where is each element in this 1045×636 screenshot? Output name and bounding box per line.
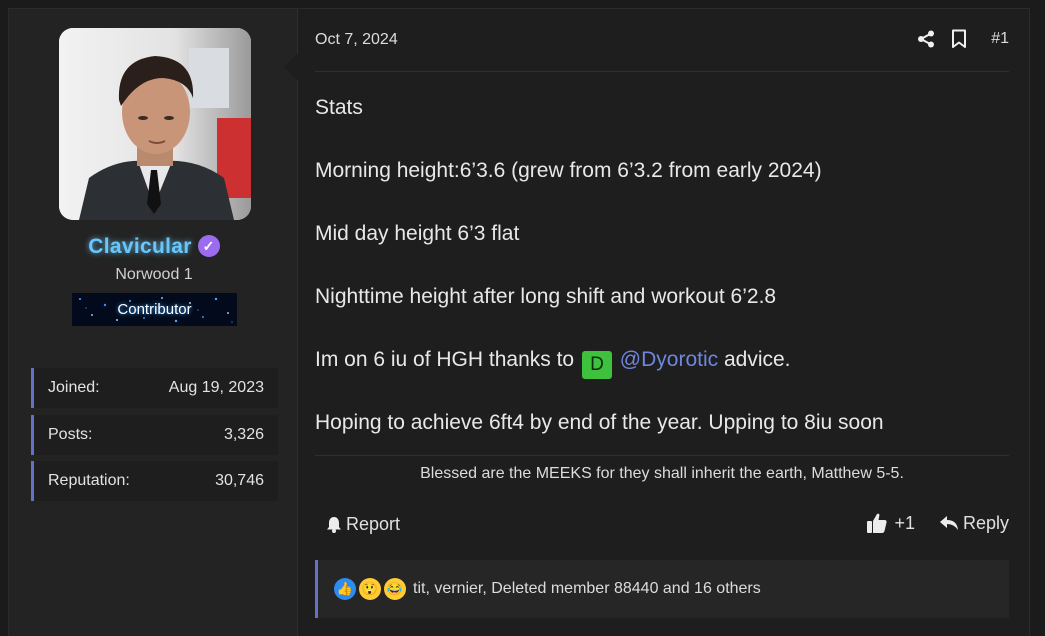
author-sidebar: Clavicular ✓ Norwood 1 Contributor Joined…	[9, 9, 298, 636]
signature: Blessed are the MEEKS for they shall inh…	[420, 465, 904, 482]
body-line: Morning height:6’3.6 (grew from 6’3.2 fr…	[315, 159, 822, 182]
post-header-actions: #1	[917, 29, 1009, 49]
reply-label: Reply	[962, 512, 1009, 533]
wow-reaction-icon: 😲	[359, 578, 381, 600]
post-number[interactable]: #1	[991, 30, 1009, 48]
banner-label: Contributor	[117, 301, 192, 318]
post-date[interactable]: Oct 7, 2024	[315, 31, 398, 49]
stat-value: 3,326	[223, 426, 264, 443]
bookmark-icon[interactable]	[951, 29, 967, 49]
haha-reaction-icon: 😂	[384, 578, 406, 600]
header-divider	[315, 71, 1009, 72]
thumbs-up-icon[interactable]	[866, 512, 888, 534]
bell-icon	[327, 517, 341, 533]
body-line: Mid day height 6’3 flat	[315, 222, 520, 245]
hgh-text-before: Im on 6 iu of HGH thanks to	[315, 348, 580, 371]
like-count[interactable]: +1	[894, 513, 915, 534]
body-line-hgh: Im on 6 iu of HGH thanks to D @Dyorotic …	[315, 345, 1015, 408]
post-actions-right: +1 Reply	[866, 512, 1009, 534]
user-title: Norwood 1	[115, 266, 193, 283]
stat-value: 30,746	[215, 472, 264, 489]
avatar-image	[59, 28, 251, 220]
reactors-list[interactable]: tit, vernier, Deleted member 88440 and 1…	[413, 580, 761, 598]
post-main: Oct 7, 2024 #1 Stats Morning height:6’3.…	[284, 9, 1029, 636]
stat-label: Joined:	[48, 379, 100, 396]
reply-button[interactable]: Reply	[939, 513, 1009, 534]
body-line: Stats	[315, 96, 363, 119]
signature-divider	[315, 455, 1009, 456]
mention-avatar-badge[interactable]: D	[581, 351, 612, 379]
report-button[interactable]: Report	[326, 514, 400, 535]
stat-label: Posts:	[48, 426, 93, 443]
reply-arrow-icon	[939, 516, 958, 530]
user-mention-link[interactable]: @Dyorotic	[620, 348, 718, 371]
like-reaction-icon: 👍	[334, 578, 356, 600]
share-icon[interactable]	[917, 30, 935, 48]
stat-value: Aug 19, 2023	[168, 379, 264, 396]
sidebar-arrow	[284, 53, 298, 81]
stat-reputation: Reputation: 30,746	[31, 461, 278, 501]
stat-label: Reputation:	[48, 472, 130, 489]
hgh-text-after: advice.	[718, 348, 791, 371]
reactions-bar[interactable]: 👍 😲 😂 tit, vernier, Deleted member 88440…	[315, 560, 1009, 618]
post-body: Stats Morning height:6’3.6 (grew from 6’…	[315, 93, 1015, 471]
post-container: Clavicular ✓ Norwood 1 Contributor Joined…	[8, 8, 1030, 636]
username-row: Clavicular ✓	[9, 235, 299, 259]
stat-posts: Posts: 3,326	[31, 415, 278, 455]
verified-badge-icon: ✓	[197, 235, 220, 257]
contributor-banner: Contributor	[72, 293, 237, 326]
avatar[interactable]	[59, 28, 251, 220]
report-label: Report	[346, 514, 401, 534]
body-line: Nighttime height after long shift and wo…	[315, 285, 777, 308]
username[interactable]: Clavicular	[88, 235, 191, 258]
stat-joined: Joined: Aug 19, 2023	[31, 368, 278, 408]
body-line: Hoping to achieve 6ft4 by end of the yea…	[315, 411, 884, 434]
